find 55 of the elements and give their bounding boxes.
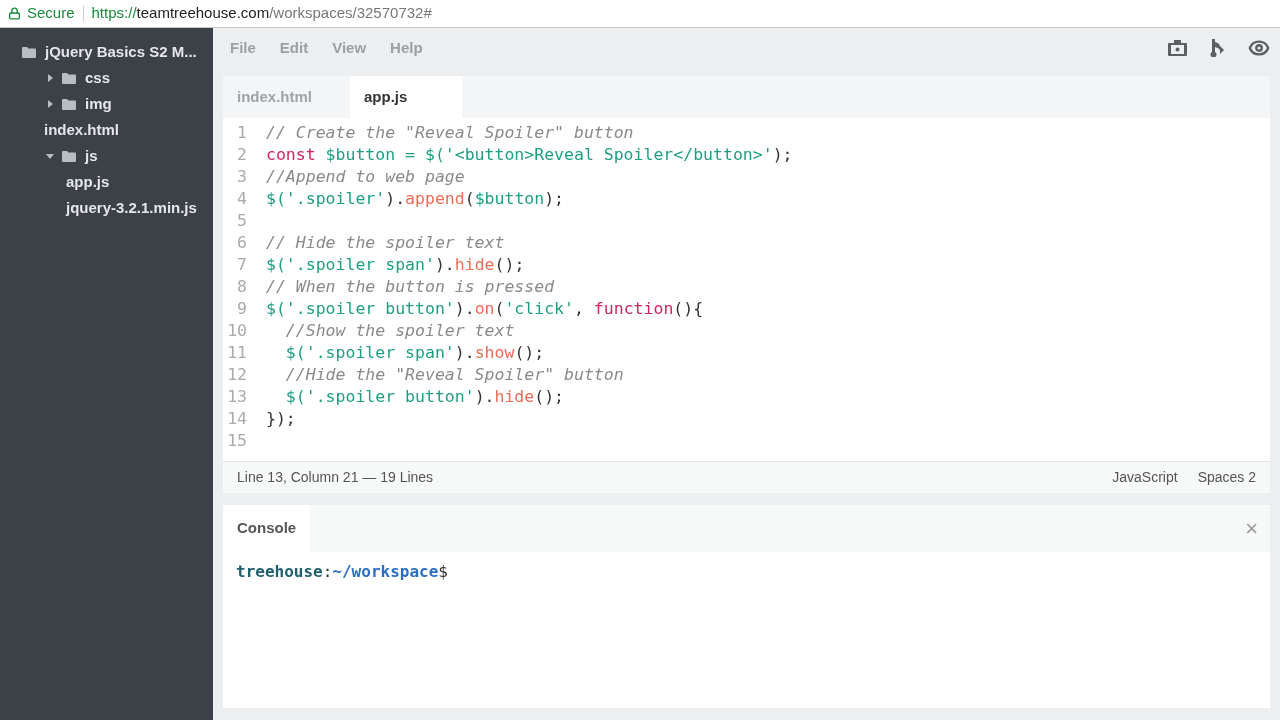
caret-icon[interactable] [46, 74, 54, 82]
line-number: 1 [236, 122, 247, 144]
caret-icon[interactable] [46, 152, 54, 160]
lock-icon [8, 7, 21, 20]
code-line: }); [266, 408, 296, 430]
file-name[interactable]: jquery-3.2.1.min.js [66, 196, 197, 220]
preview-icon[interactable] [1248, 37, 1270, 59]
line-number: 10 [226, 320, 247, 342]
code-line: const $button = $('<button>Reveal Spoiler</button>'); [266, 144, 793, 166]
folder-name[interactable]: jQuery Basics S2 M... [45, 40, 197, 64]
code-line: // When the button is pressed [266, 276, 555, 298]
folder-name[interactable]: js [85, 144, 98, 168]
code-line: $('.spoiler button').hide(); [284, 386, 565, 408]
code-line: //Show the spoiler text [284, 320, 515, 342]
line-number: 11 [226, 342, 247, 364]
code-line: $('.spoiler button').on('click', function(){ [266, 298, 704, 320]
url-text: https://teamtreehouse.com/workspaces/32570732# [91, 3, 432, 24]
console-tab[interactable]: Console [223, 505, 311, 552]
line-number: 14 [226, 408, 247, 430]
folder-icon [22, 46, 36, 58]
folder-icon [62, 98, 76, 110]
secure-label: Secure [27, 3, 75, 24]
language-selector[interactable]: JavaScript [1112, 467, 1178, 488]
code-line: $('.spoiler').append($button); [266, 188, 565, 210]
code-line: //Hide the "Reveal Spoiler" button [284, 364, 624, 386]
folder-name[interactable]: img [85, 92, 112, 116]
folder-name[interactable]: css [85, 66, 111, 90]
code-line: //Append to web page [266, 166, 465, 188]
code-line: $('.spoiler span').show(); [284, 342, 545, 364]
indent-selector[interactable]: Spaces 2 [1197, 467, 1256, 488]
folder-icon [62, 150, 76, 162]
code-line: // Create the "Reveal Spoiler" button [266, 122, 634, 144]
folder-icon [62, 72, 76, 84]
file-name[interactable]: app.js [66, 170, 110, 194]
line-number: 8 [236, 276, 247, 298]
file-tab[interactable]: app.js [350, 76, 462, 118]
camera-icon[interactable] [1168, 40, 1187, 56]
line-number: 9 [236, 298, 247, 320]
code-line: // Hide the spoiler text [266, 232, 505, 254]
line-number: 12 [226, 364, 247, 386]
cursor-position: Line 13, Column 21 — 19 Lines [237, 468, 434, 487]
terminal-prompt[interactable]: treehouse:~/workspace$ [223, 552, 1270, 584]
fork-icon[interactable] [1209, 39, 1226, 57]
file-name[interactable]: index.html [44, 118, 119, 142]
line-number: 13 [226, 386, 247, 408]
caret-icon[interactable] [46, 100, 54, 108]
line-number: 3 [236, 166, 247, 188]
line-number: 2 [236, 144, 247, 166]
line-number: 4 [236, 188, 247, 210]
line-number: 7 [236, 254, 247, 276]
address-bar[interactable]: Secure https://teamtreehouse.com/workspaces/32570732# [0, 0, 1280, 28]
line-number: 15 [226, 430, 247, 452]
line-number: 5 [236, 210, 247, 232]
code-line: $('.spoiler span').hide(); [266, 254, 525, 276]
line-number: 6 [236, 232, 247, 254]
